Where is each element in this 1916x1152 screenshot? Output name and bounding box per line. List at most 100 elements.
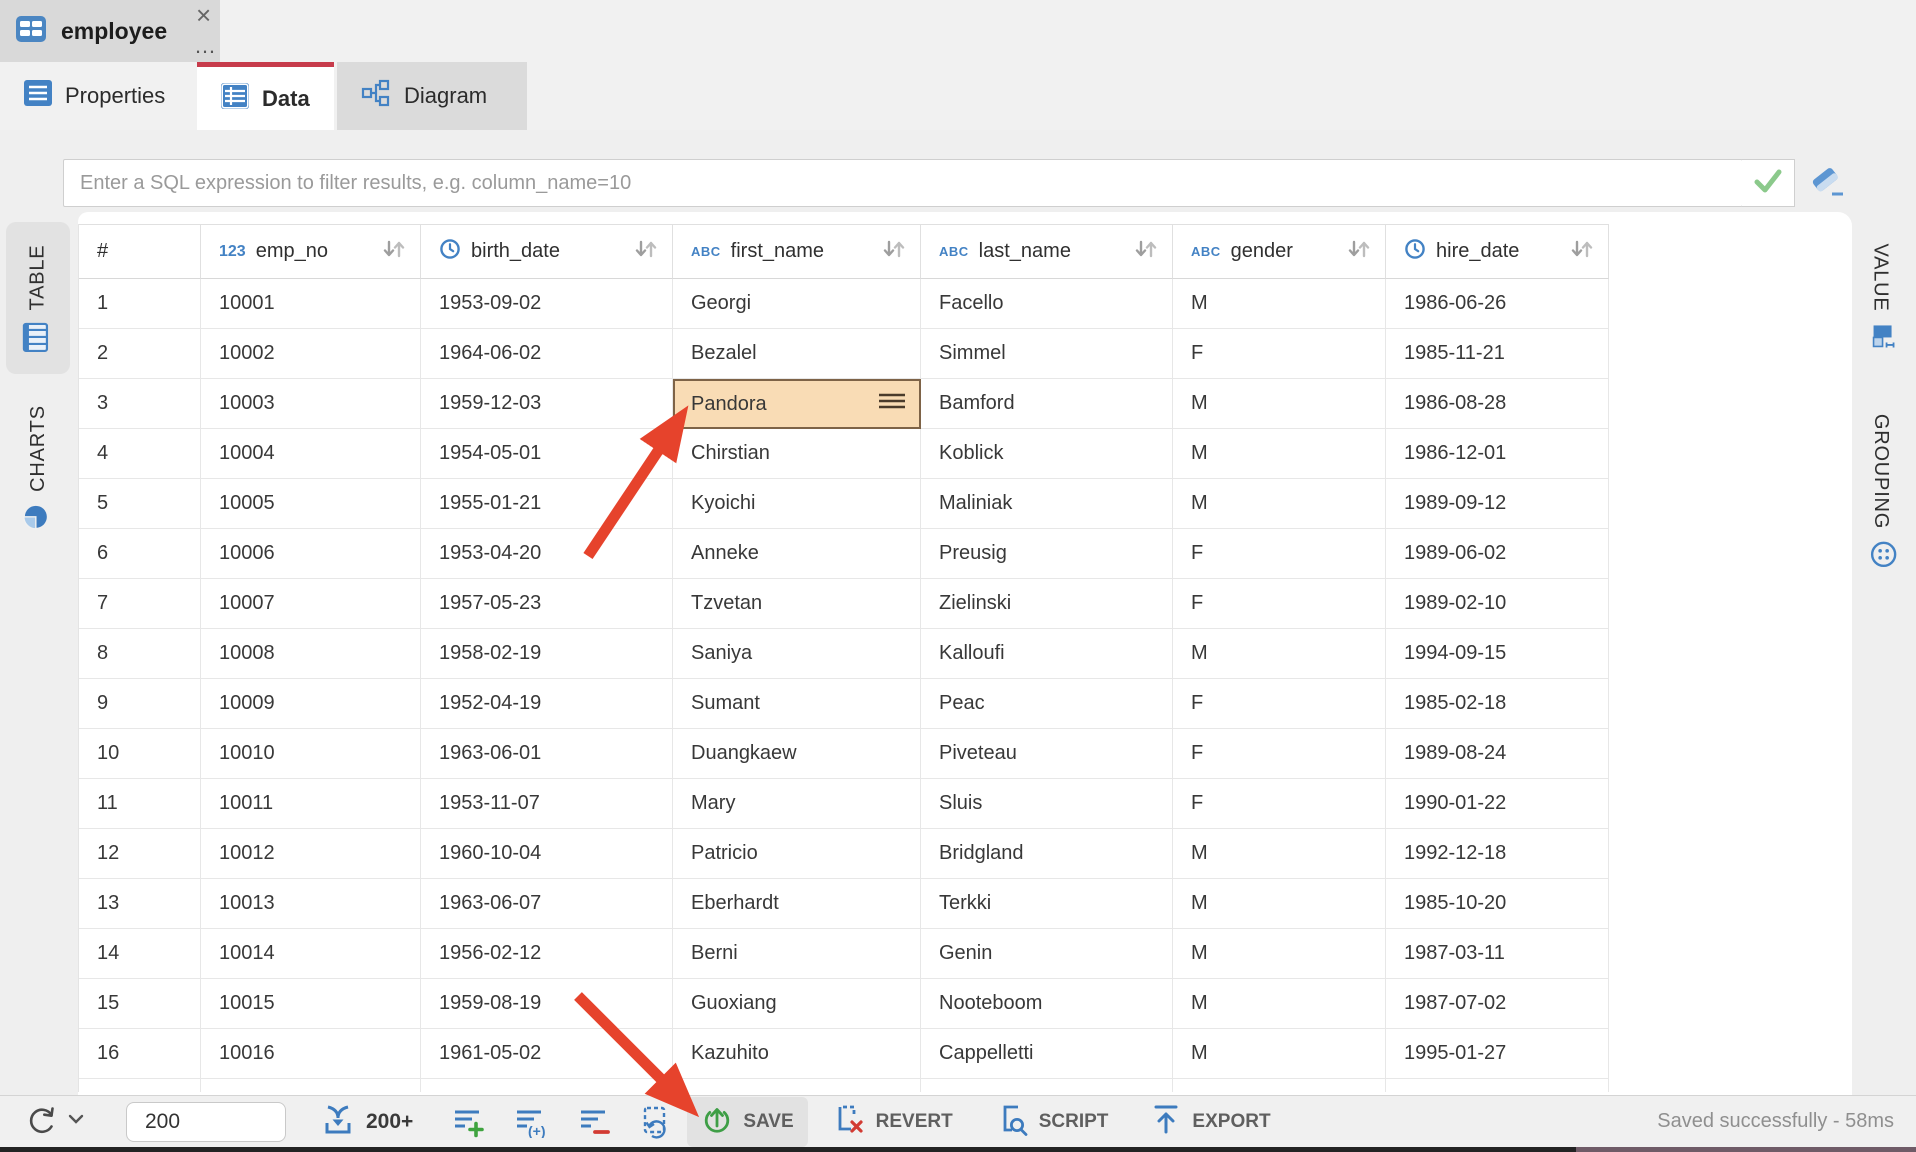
table-cell[interactable]: Sumant [673,679,921,729]
row-number-cell[interactable]: 2 [79,329,201,379]
row-number-cell[interactable]: 6 [79,529,201,579]
table-cell[interactable]: Cappelletti [921,1029,1173,1079]
table-cell[interactable]: M [1173,629,1386,679]
table-cell[interactable]: Guoxiang [673,979,921,1029]
tab-overflow-icon[interactable]: … [194,36,217,56]
table-cell[interactable]: Saniya [673,629,921,679]
table-cell[interactable]: Berni [673,929,921,979]
sort-icon[interactable] [1134,238,1160,266]
table-cell[interactable]: 1959-08-19 [421,979,673,1029]
column-header-hire_date[interactable]: hire_date [1386,225,1609,279]
row-number-cell[interactable]: 7 [79,579,201,629]
table-cell[interactable]: F [1173,529,1386,579]
table-cell[interactable]: 1989-06-02 [1386,529,1609,579]
table-cell[interactable]: 1995-01-27 [1386,1029,1609,1079]
table-cell[interactable]: Bridgland [921,829,1173,879]
table-cell[interactable]: Georgi [673,279,921,329]
table-cell[interactable]: 10005 [201,479,421,529]
table-cell[interactable]: 1953-09-02 [421,279,673,329]
save-button[interactable]: SAVE [687,1097,807,1147]
column-header-rownum[interactable]: # [79,225,201,279]
table-cell[interactable]: 1953-04-20 [421,529,673,579]
table-cell[interactable]: 1952-04-19 [421,679,673,729]
table-cell[interactable]: 1986-06-26 [1386,279,1609,329]
fetch-size-input[interactable] [126,1102,286,1142]
row-number-cell[interactable]: 15 [79,979,201,1029]
table-cell[interactable]: 1992-12-18 [1386,829,1609,879]
table-cell[interactable]: 1964-06-02 [421,329,673,379]
script-button[interactable]: SCRIPT [995,1102,1109,1142]
table-cell[interactable]: 1986-08-28 [1386,379,1609,429]
sort-icon[interactable] [634,238,660,266]
table-cell[interactable]: Kazuhito [673,1029,921,1079]
row-number-cell[interactable]: 16 [79,1029,201,1079]
sidebar-item-value[interactable]: VALUE [1852,222,1910,372]
table-cell[interactable]: 10013 [201,879,421,929]
sort-icon[interactable] [382,238,408,266]
sort-icon[interactable] [882,238,908,266]
table-cell[interactable]: Piveteau [921,729,1173,779]
table-cell[interactable]: F [1173,579,1386,629]
table-cell[interactable]: Zielinski [921,579,1173,629]
table-cell[interactable]: 1961-05-02 [421,1029,673,1079]
table-cell[interactable]: M [1173,979,1386,1029]
table-cell[interactable]: 1958-02-19 [421,629,673,679]
sidebar-item-charts[interactable]: CHARTS [6,382,70,552]
table-cell[interactable]: 1987-07-02 [1386,979,1609,1029]
table-cell[interactable]: 1989-08-24 [1386,729,1609,779]
sort-icon[interactable] [1570,238,1596,266]
apply-filter-button[interactable] [1742,159,1795,207]
table-cell[interactable]: Terkki [921,879,1173,929]
table-cell[interactable]: F [1173,679,1386,729]
table-cell[interactable]: 1987-03-11 [1386,929,1609,979]
table-cell[interactable]: 1985-11-21 [1386,329,1609,379]
sidebar-item-table[interactable]: TABLE [6,222,70,374]
table-cell[interactable]: M [1173,1029,1386,1079]
table-cell[interactable]: 10010 [201,729,421,779]
tab-properties[interactable]: Properties [0,62,189,130]
table-cell[interactable]: 1985-02-18 [1386,679,1609,729]
table-cell[interactable]: 1956-02-12 [421,929,673,979]
row-number-cell[interactable]: 5 [79,479,201,529]
tab-diagram[interactable]: Diagram [337,62,527,130]
table-cell[interactable]: 1959-12-03 [421,379,673,429]
table-cell[interactable]: F [1173,729,1386,779]
table-cell[interactable]: Tzvetan [673,579,921,629]
table-cell[interactable]: Bezalel [673,329,921,379]
revert-button[interactable]: REVERT [834,1103,953,1141]
table-cell[interactable]: 10009 [201,679,421,729]
table-cell[interactable]: Sluis [921,779,1173,829]
table-cell[interactable]: Kyoichi [673,479,921,529]
sidebar-item-grouping[interactable]: GROUPING [1852,388,1910,593]
delete-row-button[interactable] [579,1106,611,1138]
row-number-cell[interactable]: 11 [79,779,201,829]
editor-tab-employee[interactable]: employee [0,0,220,62]
sort-icon[interactable] [1347,238,1373,266]
table-cell[interactable]: M [1173,829,1386,879]
generate-rows-button[interactable] [641,1105,673,1139]
row-number-cell[interactable]: 13 [79,879,201,929]
table-cell[interactable]: Facello [921,279,1173,329]
table-cell[interactable]: 10016 [201,1029,421,1079]
table-cell[interactable]: Chirstian [673,429,921,479]
row-number-cell[interactable]: 1 [79,279,201,329]
table-cell[interactable]: Patricio [673,829,921,879]
column-header-first_name[interactable]: ABCfirst_name [673,225,921,279]
table-cell[interactable]: 1963-06-07 [421,879,673,929]
column-header-gender[interactable]: ABCgender [1173,225,1386,279]
table-cell[interactable]: 10003 [201,379,421,429]
table-cell[interactable]: M [1173,879,1386,929]
table-cell[interactable]: M [1173,479,1386,529]
table-cell[interactable]: 1957-05-23 [421,579,673,629]
hamburger-icon[interactable] [877,391,907,417]
row-number-cell[interactable]: 12 [79,829,201,879]
table-cell[interactable]: 1986-12-01 [1386,429,1609,479]
table-cell[interactable]: Anneke [673,529,921,579]
table-cell[interactable]: 1953-11-07 [421,779,673,829]
table-cell[interactable]: Nooteboom [921,979,1173,1029]
table-cell[interactable]: 10015 [201,979,421,1029]
row-number-cell[interactable]: 4 [79,429,201,479]
column-header-emp_no[interactable]: 123emp_no [201,225,421,279]
table-cell[interactable]: 10004 [201,429,421,479]
table-cell[interactable]: 10001 [201,279,421,329]
